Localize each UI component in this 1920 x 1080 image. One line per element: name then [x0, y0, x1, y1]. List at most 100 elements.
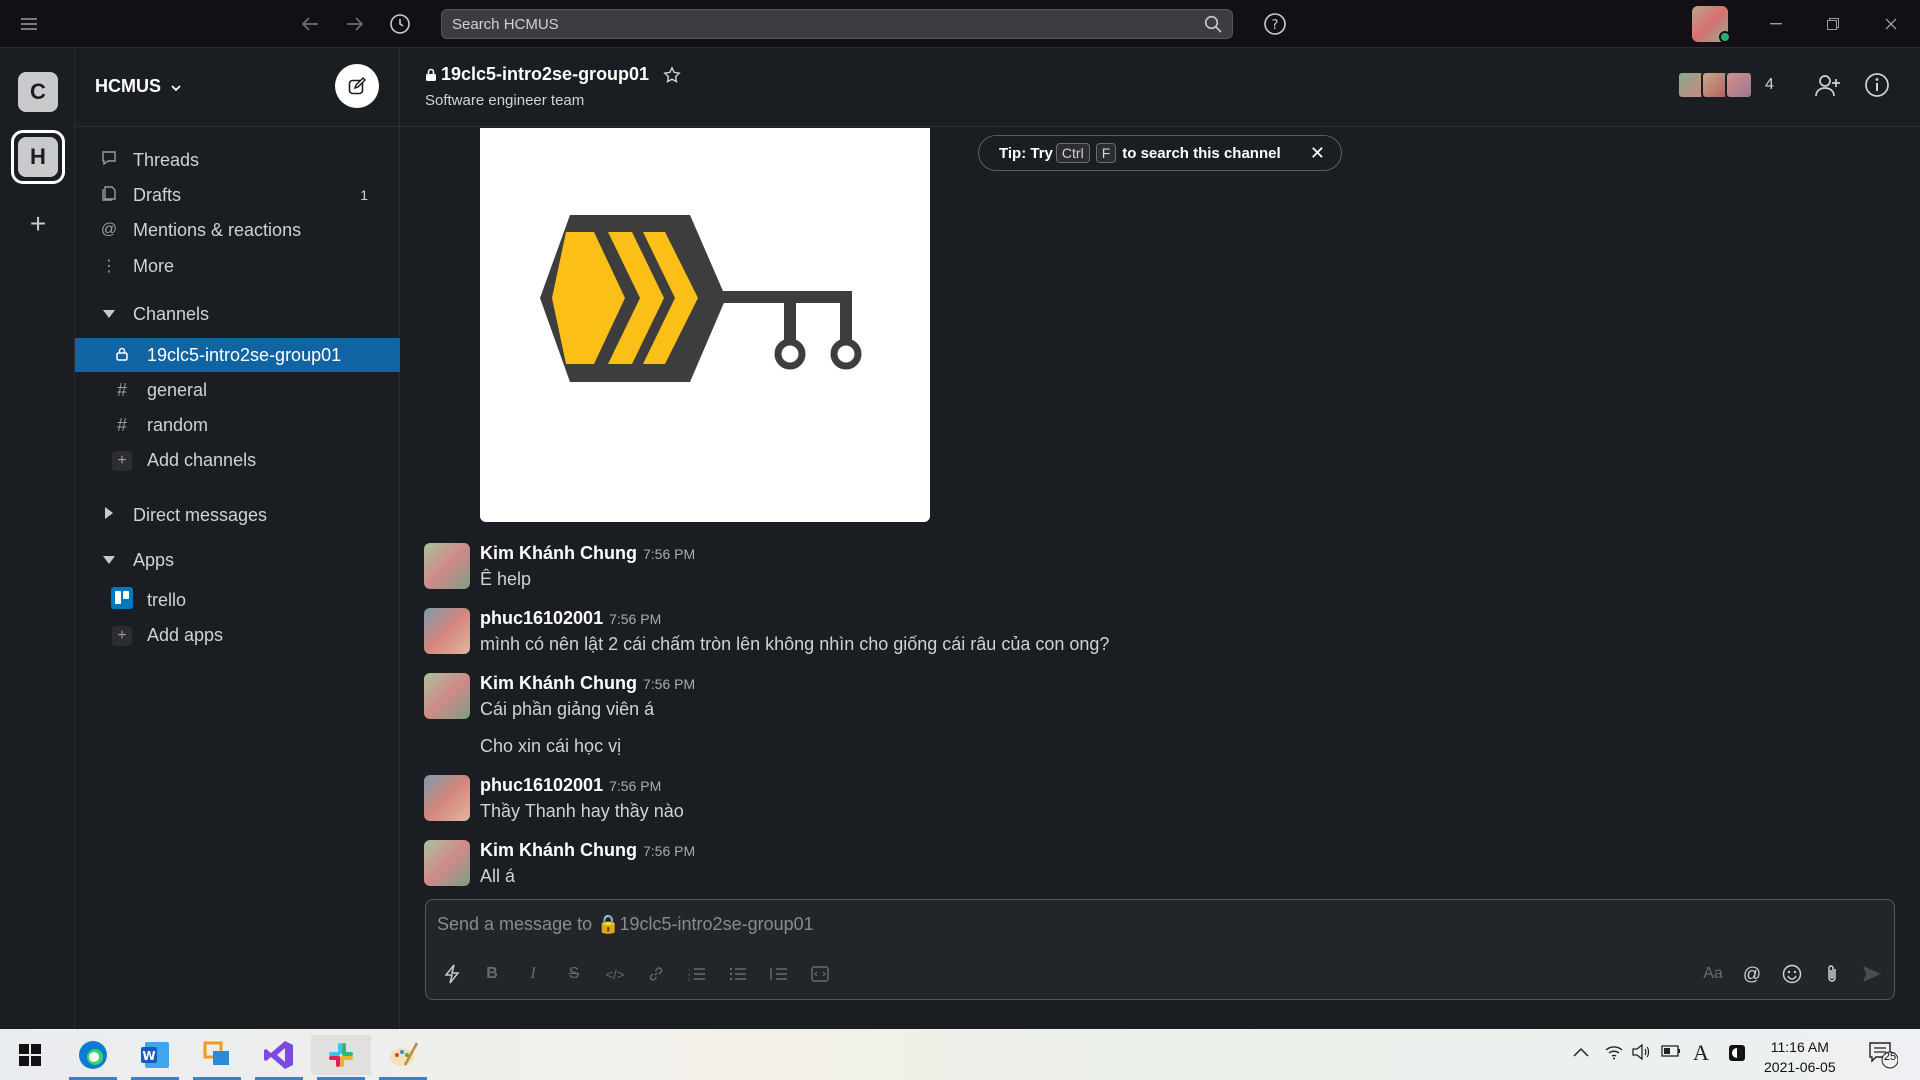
mention-icon[interactable]: @ — [1740, 962, 1764, 986]
workspace-name: HCMUS — [95, 76, 161, 96]
sidebar-item-more[interactable]: ⋮ More — [75, 249, 400, 283]
info-icon[interactable] — [1864, 72, 1890, 103]
avatar[interactable] — [424, 840, 470, 886]
paint-icon[interactable] — [373, 1035, 433, 1080]
workspace-menu[interactable]: HCMUS — [95, 76, 182, 97]
avatar[interactable] — [424, 775, 470, 821]
add-member-icon[interactable] — [1814, 73, 1842, 104]
taskbar-clock[interactable]: 11:16 AM 2021-06-05 — [1764, 1037, 1836, 1077]
edge-icon[interactable] — [63, 1035, 123, 1080]
sidebar-item-label: Threads — [133, 149, 200, 170]
app-item-trello[interactable]: trello — [75, 583, 400, 617]
hash-icon: # — [116, 414, 127, 435]
channel-topic: Software engineer team — [425, 92, 585, 109]
workspace-c[interactable]: C — [18, 72, 58, 112]
link-icon[interactable] — [644, 962, 668, 986]
channels-section-toggle[interactable]: Channels — [75, 297, 400, 331]
message-time[interactable]: 7:56 PM — [643, 546, 695, 562]
forward-icon[interactable] — [341, 10, 369, 38]
message-time[interactable]: 7:56 PM — [609, 778, 661, 794]
close-tip-icon[interactable]: ✕ — [1310, 143, 1325, 164]
apps-section-toggle[interactable]: Apps — [75, 543, 400, 577]
restore-icon[interactable] — [1810, 10, 1856, 38]
ime-indicator[interactable]: A — [1693, 1040, 1709, 1066]
back-icon[interactable] — [296, 10, 324, 38]
add-channels-button[interactable]: + Add channels — [75, 443, 400, 477]
remote-desktop-icon[interactable] — [187, 1035, 247, 1080]
slack-icon[interactable] — [311, 1035, 371, 1080]
message-time[interactable]: 7:56 PM — [609, 611, 661, 627]
message-text: Ê help — [480, 569, 532, 589]
shortcuts-icon[interactable] — [440, 962, 464, 986]
compose-button[interactable] — [335, 64, 379, 108]
message-composer[interactable]: Send a message to 🔒19clc5-intro2se-group… — [425, 899, 1895, 1000]
close-window-icon[interactable] — [1868, 10, 1914, 38]
message-author[interactable]: phuc16102001 — [480, 608, 603, 628]
channel-item-random[interactable]: # random — [75, 408, 400, 442]
channels-header: Channels — [133, 303, 210, 324]
channel-title-button[interactable]: 19clc5-intro2se-group01 — [425, 64, 681, 85]
wifi-icon[interactable] — [1605, 1044, 1623, 1065]
attachment-icon[interactable] — [1820, 962, 1844, 986]
volume-icon[interactable] — [1632, 1043, 1650, 1065]
channel-item-general[interactable]: # general — [75, 373, 400, 407]
member-avatars-button[interactable]: 4 — [1677, 71, 1774, 99]
caret-down-icon — [97, 551, 121, 569]
visual-studio-icon[interactable] — [249, 1035, 309, 1080]
threads-icon — [97, 150, 121, 171]
help-icon[interactable]: ? — [1261, 10, 1289, 38]
bulleted-list-icon[interactable] — [726, 962, 750, 986]
send-icon[interactable] — [1860, 962, 1884, 986]
drafts-icon — [97, 185, 121, 206]
workspace-h[interactable]: H — [18, 137, 58, 177]
code-block-icon[interactable] — [808, 962, 832, 986]
plus-icon: + — [111, 449, 133, 471]
workspace-letter: C — [30, 79, 46, 104]
channel-label: general — [147, 379, 208, 400]
message-author[interactable]: Kim Khánh Chung — [480, 840, 637, 860]
sidebar-item-drafts[interactable]: Drafts 1 — [75, 178, 400, 212]
clock-time: 11:16 AM — [1770, 1039, 1829, 1055]
sidebar-item-mentions[interactable]: @ Mentions & reactions — [75, 213, 400, 247]
emoji-icon[interactable] — [1780, 962, 1804, 986]
italic-icon[interactable]: I — [521, 962, 545, 986]
svg-text:3: 3 — [688, 977, 691, 981]
apps-header: Apps — [133, 549, 175, 570]
history-icon[interactable] — [386, 10, 414, 38]
image-attachment[interactable] — [480, 128, 930, 522]
hamburger-icon[interactable] — [15, 10, 43, 38]
minimize-icon[interactable] — [1753, 10, 1799, 38]
direct-messages-section-toggle[interactable]: Direct messages — [75, 498, 400, 532]
code-icon[interactable]: </> — [603, 962, 627, 986]
search-icon — [1204, 15, 1222, 33]
sidebar-item-threads[interactable]: Threads — [75, 143, 400, 177]
night-mode-icon[interactable] — [1728, 1044, 1746, 1067]
ordered-list-icon[interactable]: 123 — [685, 962, 709, 986]
channel-label: 19clc5-intro2se-group01 — [147, 344, 342, 365]
word-icon[interactable]: W — [125, 1035, 185, 1080]
star-icon[interactable] — [663, 65, 681, 84]
strikethrough-icon[interactable]: S — [562, 962, 586, 986]
battery-icon[interactable] — [1661, 1044, 1681, 1062]
member-count: 4 — [1765, 76, 1774, 93]
avatar[interactable] — [424, 673, 470, 719]
message-author[interactable]: Kim Khánh Chung — [480, 673, 637, 693]
avatar[interactable] — [424, 543, 470, 589]
message-time[interactable]: 7:56 PM — [643, 676, 695, 692]
notifications-icon[interactable]: 25 — [1868, 1041, 1899, 1074]
blockquote-icon[interactable] — [767, 962, 791, 986]
message-author[interactable]: phuc16102001 — [480, 775, 603, 795]
show-hidden-icons[interactable] — [1573, 1044, 1589, 1062]
avatar[interactable] — [424, 608, 470, 654]
windows-start-icon[interactable] — [0, 1035, 60, 1075]
message-time[interactable]: 7:56 PM — [643, 843, 695, 859]
search-input[interactable]: Search HCMUS — [441, 9, 1233, 39]
message-author[interactable]: Kim Khánh Chung — [480, 543, 637, 563]
channel-item-19clc5-intro2se-group01[interactable]: 19clc5-intro2se-group01 — [75, 338, 400, 372]
bold-icon[interactable]: B — [480, 962, 504, 986]
formatting-toggle-button[interactable]: Aa — [1698, 962, 1728, 986]
add-workspace-button[interactable]: + — [22, 208, 54, 240]
add-apps-button[interactable]: + Add apps — [75, 618, 400, 652]
sidebar-header: HCMUS — [75, 48, 400, 127]
compose-icon — [348, 76, 367, 95]
